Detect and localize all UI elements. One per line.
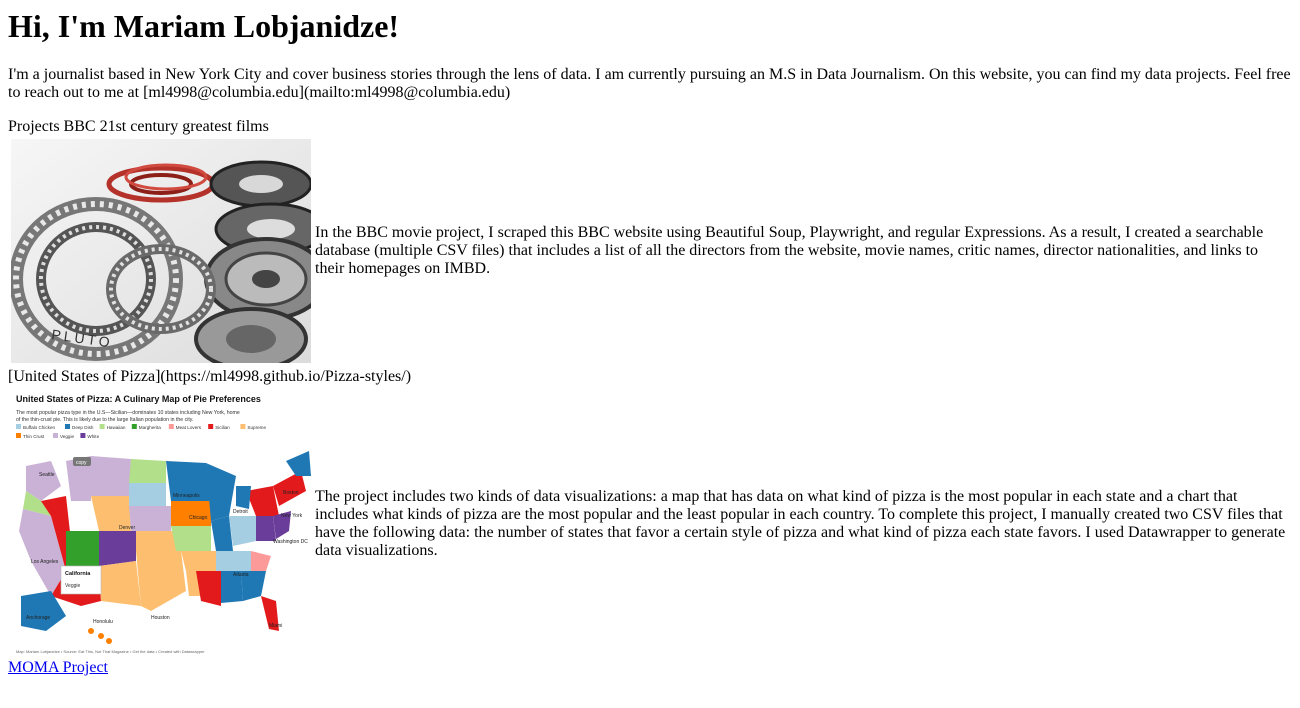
pizza-link-text: [United States of Pizza](https://ml4998.… xyxy=(8,368,412,385)
city-label: Minneapolis xyxy=(173,493,200,499)
legend-label: Meat Lovers xyxy=(176,425,202,430)
legend-swatch xyxy=(65,424,70,429)
legend-label: Margherita xyxy=(139,425,161,430)
map-footer: Map: Mariam Lobjanidze • Source: Eat Thi… xyxy=(16,649,205,654)
city-label: Atlanta xyxy=(233,572,249,578)
legend-label: Hawaiian xyxy=(107,425,126,430)
projects-heading: Projects BBC 21st century greatest films xyxy=(8,118,269,135)
film-reels-image: PLUTO xyxy=(11,139,311,363)
legend-swatch xyxy=(240,424,246,429)
bbc-description: In the BBC movie project, I scraped this… xyxy=(315,224,1264,277)
intro-paragraph: I'm a journalist based in New York City … xyxy=(8,66,1291,101)
copy-label: copy xyxy=(76,460,87,466)
legend-swatch xyxy=(53,433,58,438)
page-title: Hi, I'm Mariam Lobjanidze! xyxy=(8,8,400,44)
map-title: United States of Pizza: A Culinary Map o… xyxy=(16,394,261,404)
legend-swatch xyxy=(16,424,21,429)
legend-swatch xyxy=(208,424,214,429)
city-label: New York xyxy=(281,513,303,519)
pizza-project-table: United States of Pizza: A Culinary Map o… xyxy=(8,388,1292,659)
legend-label: Buffalo Chicken xyxy=(23,425,56,430)
legend-label: White xyxy=(87,434,99,439)
city-label: Chicago xyxy=(189,515,208,521)
bbc-image-cell: PLUTO xyxy=(10,138,312,364)
city-label: Anchorage xyxy=(26,615,50,621)
page: Hi, I'm Mariam Lobjanidze! I'm a journal… xyxy=(0,8,1300,677)
city-label: Detroit xyxy=(233,509,248,515)
pizza-description: The project includes two kinds of data v… xyxy=(315,487,1286,559)
legend-label: Sicilian xyxy=(215,425,230,430)
tooltip-state: California xyxy=(65,571,91,577)
map-subtitle-1: The most popular pizza type in the U.S—S… xyxy=(16,410,240,416)
moma-project-link[interactable]: MOMA Project xyxy=(8,659,108,676)
tooltip-value: Veggie xyxy=(65,583,81,589)
city-label: Boston xyxy=(283,490,299,496)
city-label: Seattle xyxy=(39,472,55,478)
bbc-project-table: PLUTO In the BBC movie project, I scrape… xyxy=(8,136,1292,366)
city-label: Miami xyxy=(269,623,282,629)
city-label: Houston xyxy=(151,615,170,621)
map-subtitle-2: of the thin-crust pie. This is likely du… xyxy=(16,417,193,423)
legend-label: Thin Crust xyxy=(23,434,45,439)
pizza-map-image: United States of Pizza: A Culinary Map o… xyxy=(11,391,311,656)
city-label: Los Angeles xyxy=(31,559,59,565)
city-label: Washington DC xyxy=(273,539,308,545)
legend-swatch xyxy=(80,433,86,438)
city-label: Honolulu xyxy=(93,619,113,625)
legend-label: Deep Dish xyxy=(72,425,94,430)
legend-swatch xyxy=(168,424,174,429)
legend-label: Supreme xyxy=(247,425,266,430)
legend-swatch xyxy=(99,424,105,429)
legend-label: Veggie xyxy=(60,434,74,439)
pizza-image-cell: United States of Pizza: A Culinary Map o… xyxy=(10,390,312,657)
legend-swatch xyxy=(16,433,21,438)
legend-swatch xyxy=(131,424,137,429)
city-label: Denver xyxy=(119,525,135,531)
